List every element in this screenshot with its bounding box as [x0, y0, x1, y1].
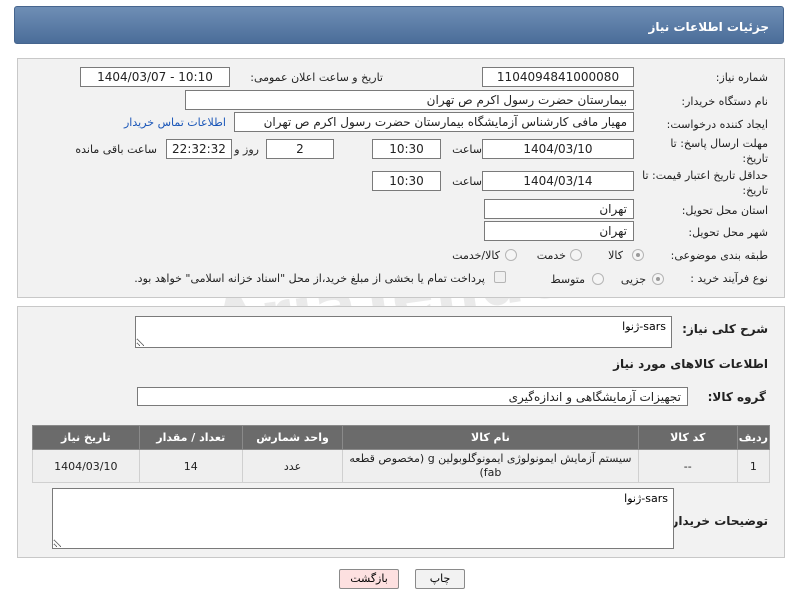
page-header: جزئیات اطلاعات نیاز — [14, 6, 784, 44]
process-radio-minor[interactable] — [652, 273, 664, 285]
price-date-field: 1404/03/14 — [482, 171, 634, 191]
back-button[interactable]: بازگشت — [339, 569, 399, 589]
col-code-header: کد کالا — [637, 425, 738, 450]
buyer-notes-label: توضیحات خریدار: — [666, 514, 768, 528]
reply-deadline-label: مهلت ارسال پاسخ: تا تاریخ: — [670, 137, 768, 165]
category-option-service: خدمت — [536, 249, 566, 262]
row-number-cell: 1 — [736, 449, 771, 483]
price-validity-label: حداقل تاریخ اعتبار قیمت: تا تاریخ: — [642, 169, 768, 197]
print-button[interactable]: چاپ — [415, 569, 465, 589]
goods-group-field: تجهیزات آزمایشگاهی و اندازه‌گیری — [137, 387, 688, 406]
days-label: روز و — [234, 143, 259, 156]
process-option-minor: جزیی — [620, 273, 646, 286]
category-option-goods: کالا — [608, 249, 623, 262]
process-option-medium: متوسط — [550, 273, 585, 286]
creator-label: ایجاد کننده درخواست: — [666, 118, 768, 131]
category-radio-goods-service[interactable] — [505, 249, 517, 261]
city-label: شهر محل تحویل: — [688, 226, 768, 239]
buyer-contact-link[interactable]: اطلاعات تماس خریدار — [124, 116, 226, 129]
goods-group-label: گروه کالا: — [707, 390, 766, 404]
price-time-field: 10:30 — [372, 171, 441, 191]
goods-table: ردیف کد کالا نام کالا واحد شمارش تعداد /… — [32, 425, 771, 483]
reply-time-field: 10:30 — [372, 139, 441, 159]
need-number-label: شماره نیاز: — [715, 71, 768, 84]
item-code-cell: -- — [637, 449, 738, 483]
process-label: نوع فرآیند خرید : — [690, 272, 768, 285]
days-field: 2 — [266, 139, 334, 159]
table-row: 1 -- سیستم آزمایش ایمونولوژی ایمونوگلوبو… — [32, 449, 771, 483]
page-title: جزئیات اطلاعات نیاز — [648, 20, 769, 34]
description-label: شرح کلی نیاز: — [682, 322, 768, 336]
col-qty-header: تعداد / مقدار — [138, 425, 243, 450]
category-radio-service[interactable] — [570, 249, 582, 261]
announce-label: تاریخ و ساعت اعلان عمومی: — [250, 71, 383, 84]
col-name-header: نام کالا — [342, 425, 639, 450]
unit-cell: عدد — [241, 449, 344, 483]
reply-time-label: ساعت — [452, 143, 482, 156]
city-field: تهران — [484, 221, 634, 241]
payment-note: پرداخت تمام یا بخشی از مبلغ خرید،از محل … — [134, 272, 485, 285]
process-radio-medium[interactable] — [592, 273, 604, 285]
province-label: استان محل تحویل: — [681, 204, 768, 217]
buyer-org-label: نام دستگاه خریدار: — [681, 95, 768, 108]
category-radio-goods[interactable] — [632, 249, 644, 261]
price-time-label: ساعت — [452, 175, 482, 188]
col-date-header: تاریخ نیاز — [32, 425, 140, 450]
creator-field: مهیار مافی کارشناس آزمایشگاه بیمارستان ح… — [234, 112, 634, 132]
buyer-org-field: بیمارستان حضرت رسول اکرم ص تهران — [185, 90, 634, 110]
remaining-time-field: 22:32:32 — [166, 139, 232, 159]
goods-info-title: اطلاعات کالاهای مورد نیاز — [613, 357, 768, 371]
item-name-cell: سیستم آزمایش ایمونولوژی ایمونوگلوبولین g… — [342, 449, 639, 483]
table-header-row: ردیف کد کالا نام کالا واحد شمارش تعداد /… — [32, 425, 771, 450]
province-field: تهران — [484, 199, 634, 219]
category-option-goods-service: کالا/خدمت — [452, 249, 500, 262]
col-unit-header: واحد شمارش — [241, 425, 344, 450]
need-number-field: 1104094841000080 — [482, 67, 634, 87]
quantity-cell: 14 — [138, 449, 243, 483]
reply-date-field: 1404/03/10 — [482, 139, 634, 159]
payment-checkbox[interactable] — [494, 271, 506, 283]
col-row-header: ردیف — [736, 425, 771, 450]
remaining-label: ساعت باقی مانده — [75, 143, 157, 156]
need-date-cell: 1404/03/10 — [32, 449, 140, 483]
announce-field: 1404/03/07 - 10:10 — [80, 67, 230, 87]
category-label: طبقه بندی موضوعی: — [670, 249, 768, 262]
buyer-notes-textarea[interactable]: sars-ژنوا — [52, 488, 674, 549]
description-textarea[interactable]: sars-ژنوا — [135, 316, 672, 348]
